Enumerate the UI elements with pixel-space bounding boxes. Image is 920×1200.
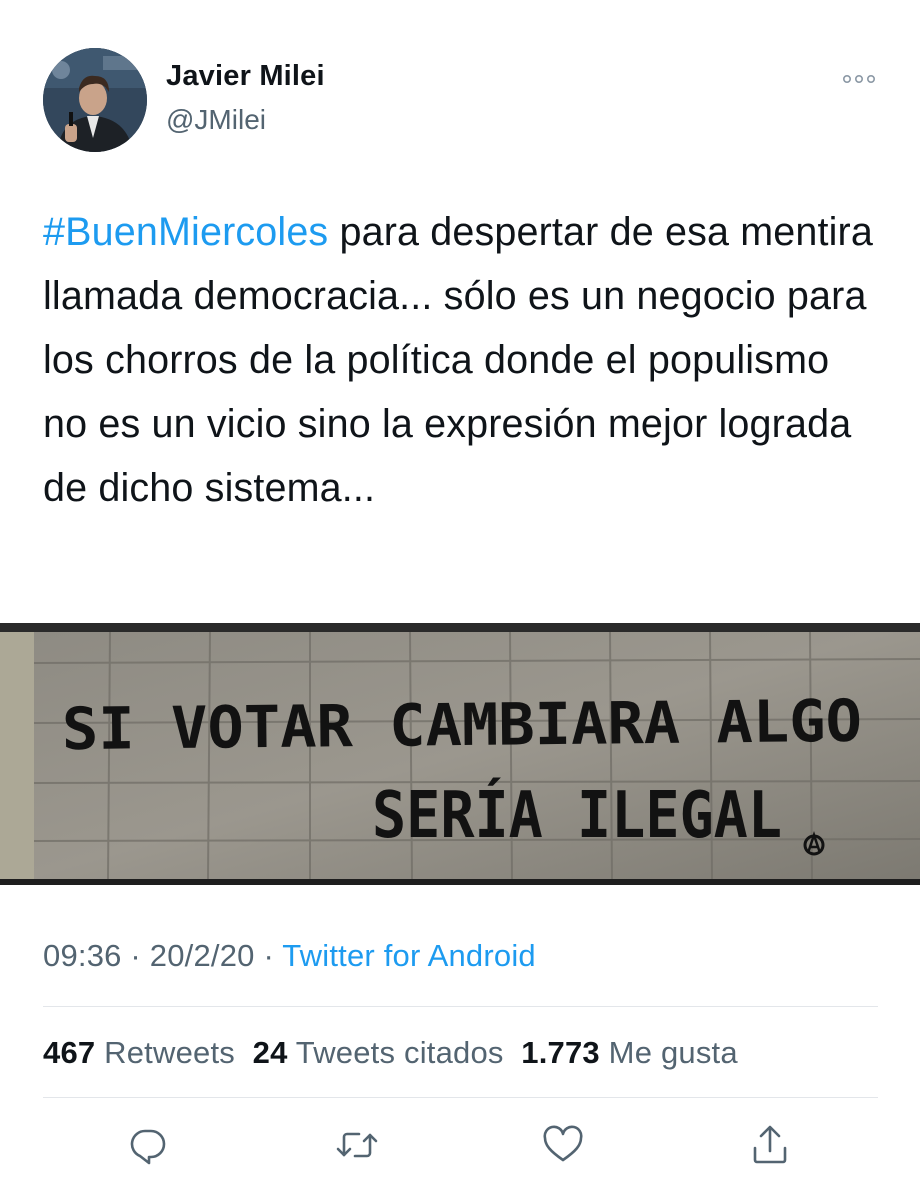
retweets-count: 467 xyxy=(43,1035,96,1070)
retweets-stat[interactable]: 467 Retweets xyxy=(43,1035,235,1070)
more-options-button[interactable] xyxy=(836,62,882,96)
graffiti-photo: SI VOTAR CAMBIARA ALGO SERÍA ILEGAL xyxy=(0,623,920,885)
meta-separator: · xyxy=(263,938,274,973)
tweet-header: Javier Milei @JMilei xyxy=(0,0,920,170)
likes-label: Me gusta xyxy=(608,1035,738,1070)
tweet-text: #BuenMiercoles para despertar de esa men… xyxy=(43,200,883,520)
tweet-source-link[interactable]: Twitter for Android xyxy=(282,938,536,973)
hashtag-link[interactable]: #BuenMiercoles xyxy=(43,210,328,254)
divider xyxy=(43,1006,878,1007)
like-icon xyxy=(543,1125,583,1162)
tweet-meta: 09:36 · 20/2/20 · Twitter for Android xyxy=(43,938,536,974)
tweet-image[interactable]: SI VOTAR CAMBIARA ALGO SERÍA ILEGAL xyxy=(0,623,920,885)
share-icon xyxy=(753,1125,787,1164)
tweet-date[interactable]: 20/2/20 xyxy=(150,938,255,973)
retweet-icon xyxy=(336,1132,378,1158)
meta-separator: · xyxy=(130,938,141,973)
graffiti-line2: SERÍA ILEGAL xyxy=(372,777,782,853)
graffiti-line1: SI VOTAR CAMBIARA ALGO xyxy=(62,687,863,763)
tweet-time[interactable]: 09:36 xyxy=(43,938,122,973)
likes-stat[interactable]: 1.773 Me gusta xyxy=(521,1035,738,1070)
reply-button[interactable] xyxy=(123,1120,173,1170)
retweet-button[interactable] xyxy=(332,1120,382,1170)
tweet-stats: 467 Retweets 24 Tweets citados 1.773 Me … xyxy=(43,1035,738,1071)
quote-tweets-stat[interactable]: 24 Tweets citados xyxy=(253,1035,504,1070)
reply-icon xyxy=(130,1129,166,1165)
avatar[interactable] xyxy=(43,48,147,152)
display-name[interactable]: Javier Milei xyxy=(166,60,325,93)
tweet-body: para despertar de esa mentira llamada de… xyxy=(43,210,873,510)
divider xyxy=(43,1097,878,1098)
tweet-actions xyxy=(0,1120,920,1170)
user-handle[interactable]: @JMilei xyxy=(166,104,266,136)
quote-tweets-label: Tweets citados xyxy=(295,1035,504,1070)
share-button[interactable] xyxy=(745,1120,795,1170)
likes-count: 1.773 xyxy=(521,1035,600,1070)
retweets-label: Retweets xyxy=(104,1035,235,1070)
more-horizontal-icon xyxy=(842,74,875,84)
profile-photo-icon xyxy=(43,48,147,152)
quote-tweets-count: 24 xyxy=(252,1035,288,1070)
like-button[interactable] xyxy=(538,1120,588,1170)
